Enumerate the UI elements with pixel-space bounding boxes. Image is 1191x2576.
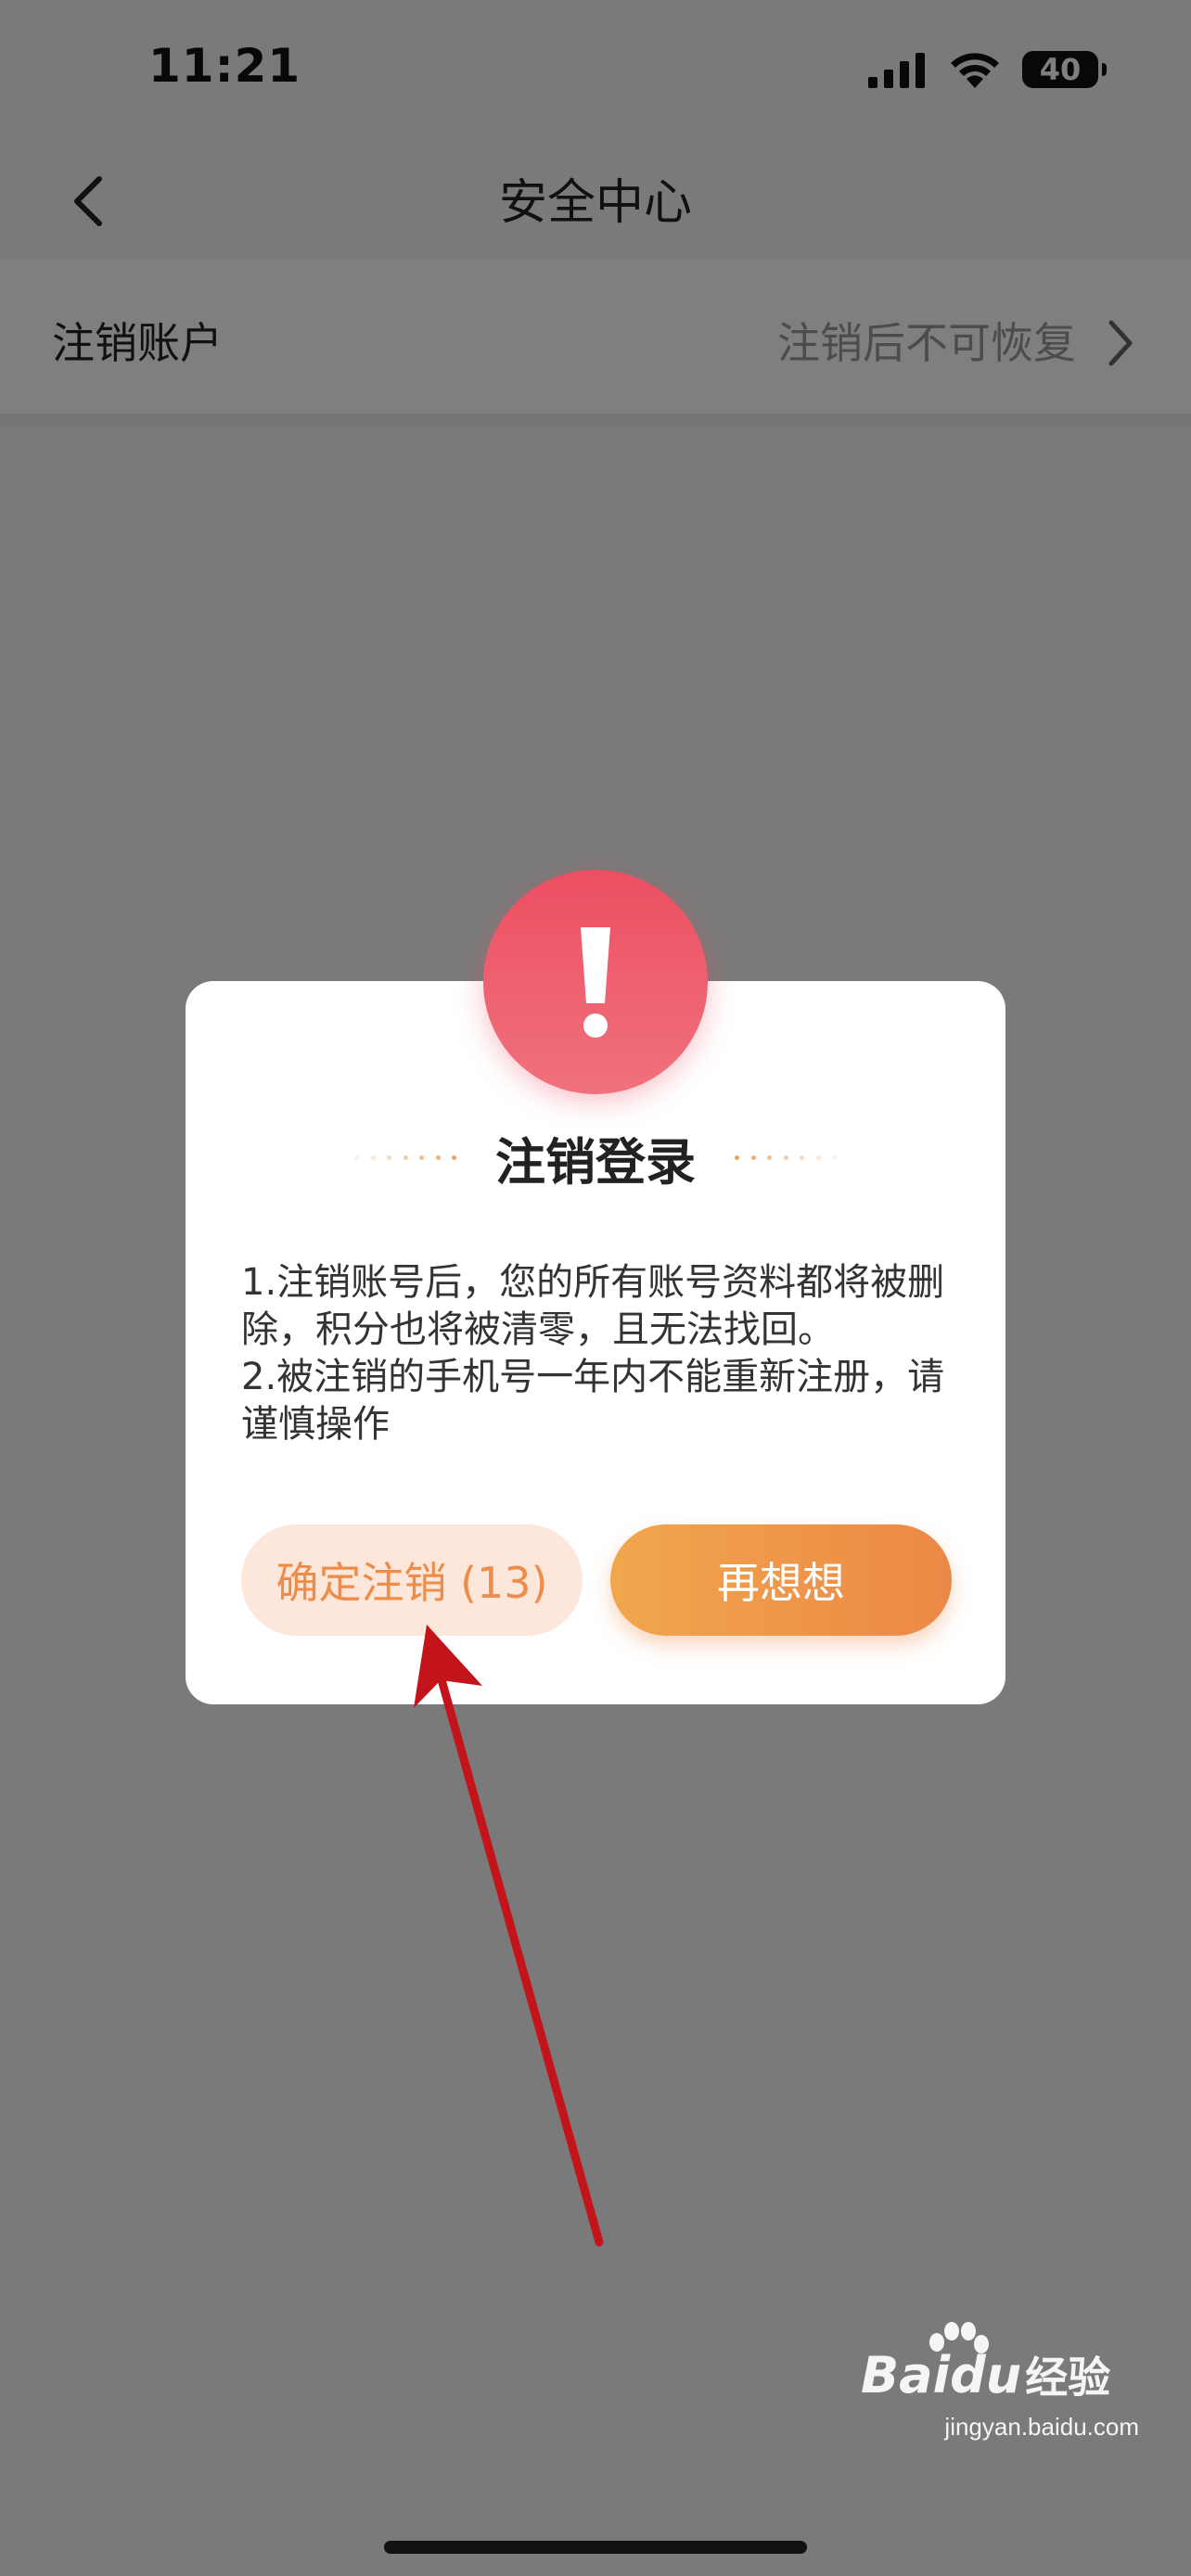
- dialog-title: 注销登录: [495, 1132, 696, 1192]
- exclamation-icon: [581, 927, 610, 1038]
- cancel-login-dialog: 注销登录 1.注销账号后，您的所有账号资料都将被删除，积分也将被清零，且无法找回…: [186, 870, 1005, 1704]
- dialog-message: 1.注销账号后，您的所有账号资料都将被删除，积分也将被清零，且无法找回。 2.被…: [241, 1259, 954, 1448]
- alert-badge: [483, 870, 708, 1094]
- think-again-button[interactable]: 再想想: [610, 1524, 952, 1636]
- watermark-url: jingyan.baidu.com: [944, 2413, 1139, 2441]
- confirm-cancel-button[interactable]: 确定注销 (13): [241, 1524, 583, 1636]
- home-indicator: [384, 2541, 807, 2554]
- dialog-message-line: 1.注销账号后，您的所有账号资料都将被删除，积分也将被清零，且无法找回。: [241, 1261, 945, 1351]
- watermark-brand: Baidu经验: [861, 2344, 1110, 2405]
- watermark-brand-cn: 经验: [1025, 2353, 1111, 2403]
- watermark-brand-du: du: [950, 2346, 1022, 2404]
- dialog-title-row: 注销登录: [186, 1120, 1005, 1194]
- baidu-jingyan-watermark: Baidu经验 jingyan.baidu.com: [842, 2322, 1139, 2465]
- dialog-message-line: 2.被注销的手机号一年内不能重新注册，请谨慎操作: [241, 1356, 945, 1446]
- watermark-brand-bai: Bai: [861, 2346, 951, 2404]
- decor-dots-left: [354, 1154, 456, 1160]
- decor-dots-right: [735, 1154, 837, 1160]
